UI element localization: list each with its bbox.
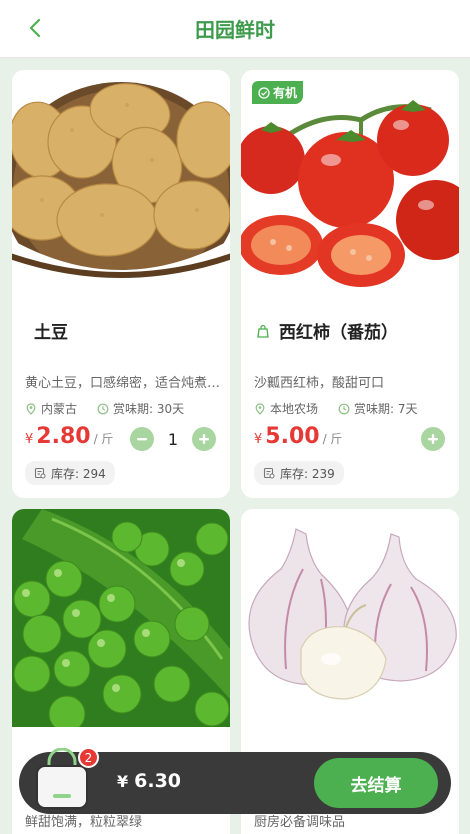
product-image-peas <box>12 509 230 727</box>
product-meta: 内蒙古 赏味期: 30天 <box>25 400 184 417</box>
check-circle-icon <box>258 86 270 99</box>
product-name-text: 西红柿（番茄） <box>279 323 398 343</box>
clock-icon <box>338 403 350 414</box>
plus-icon <box>428 434 438 444</box>
stock-badge: 库存: 294 <box>25 461 115 485</box>
checkout-button[interactable]: 去结算 <box>314 758 438 808</box>
product-desc: 沙瓤西红柿，酸甜可口 <box>254 376 385 391</box>
price-value: 5.00 <box>265 424 320 449</box>
cart-bar: 2 ¥6.30 去结算 <box>19 747 451 814</box>
stock-badge: 库存: 239 <box>254 461 344 485</box>
currency-symbol: ¥ <box>254 432 263 447</box>
organic-badge: 有机 <box>252 81 304 104</box>
price-unit: / 斤 <box>322 432 343 446</box>
cart-total-value: 6.30 <box>134 770 182 792</box>
plus-icon <box>199 434 209 444</box>
stock-box-icon <box>263 467 275 479</box>
product-name: 西红柿（番茄） <box>255 318 398 343</box>
stock-text: 库存: 239 <box>280 466 335 481</box>
quantity-stepper: 1 <box>129 427 216 451</box>
product-grid: 土豆 黄心土豆，口感绵密，适合炖煮煎炒 内蒙古 赏味期: 30天 ¥ 2.80 … <box>0 58 470 834</box>
page-title: 田园鲜时 <box>195 18 275 42</box>
cart-total: ¥6.30 <box>117 770 181 792</box>
product-meta: 本地农场 赏味期: 7天 <box>254 400 418 417</box>
location-pin-icon <box>26 402 36 415</box>
product-name: 土豆 <box>34 323 68 343</box>
price-unit: / 斤 <box>93 432 114 446</box>
product-origin: 内蒙古 <box>41 402 78 416</box>
quantity-stepper <box>421 427 445 451</box>
product-price: ¥ 2.80 / 斤 <box>25 424 113 449</box>
increase-button[interactable] <box>192 427 216 451</box>
minus-icon <box>136 438 147 441</box>
product-price: ¥ 5.00 / 斤 <box>254 424 342 449</box>
price-value: 2.80 <box>36 424 91 449</box>
product-shelf-life: 赏味期: 30天 <box>113 402 185 416</box>
currency-symbol: ¥ <box>25 432 34 447</box>
product-card-potato[interactable]: 土豆 黄心土豆，口感绵密，适合炖煮煎炒 内蒙古 赏味期: 30天 ¥ 2.80 … <box>12 70 230 498</box>
product-shelf-life: 赏味期: 7天 <box>354 402 418 416</box>
organic-badge-label: 有机 <box>273 86 298 100</box>
organic-bag-icon <box>257 324 269 338</box>
cart-count-badge: 2 <box>78 747 99 768</box>
product-desc: 黄心土豆，口感绵密，适合炖煮煎炒 <box>25 376 221 391</box>
quantity-value: 1 <box>167 429 178 449</box>
product-image-potato <box>12 70 230 288</box>
location-pin-icon <box>255 402 265 415</box>
clock-icon <box>97 403 109 414</box>
stock-box-icon <box>34 467 46 479</box>
currency-symbol: ¥ <box>117 772 129 791</box>
add-to-cart-button[interactable] <box>421 427 445 451</box>
product-card-tomato[interactable]: 有机 西红柿（番茄） 沙瓤西红柿，酸甜可口 本地农场 赏味期: 7天 ¥ 5.0… <box>241 70 459 498</box>
stock-text: 库存: 294 <box>51 466 106 481</box>
top-bar: 田园鲜时 <box>0 0 470 58</box>
product-origin: 本地农场 <box>270 402 319 416</box>
decrease-button[interactable] <box>129 427 154 451</box>
product-image-garlic <box>241 509 459 727</box>
